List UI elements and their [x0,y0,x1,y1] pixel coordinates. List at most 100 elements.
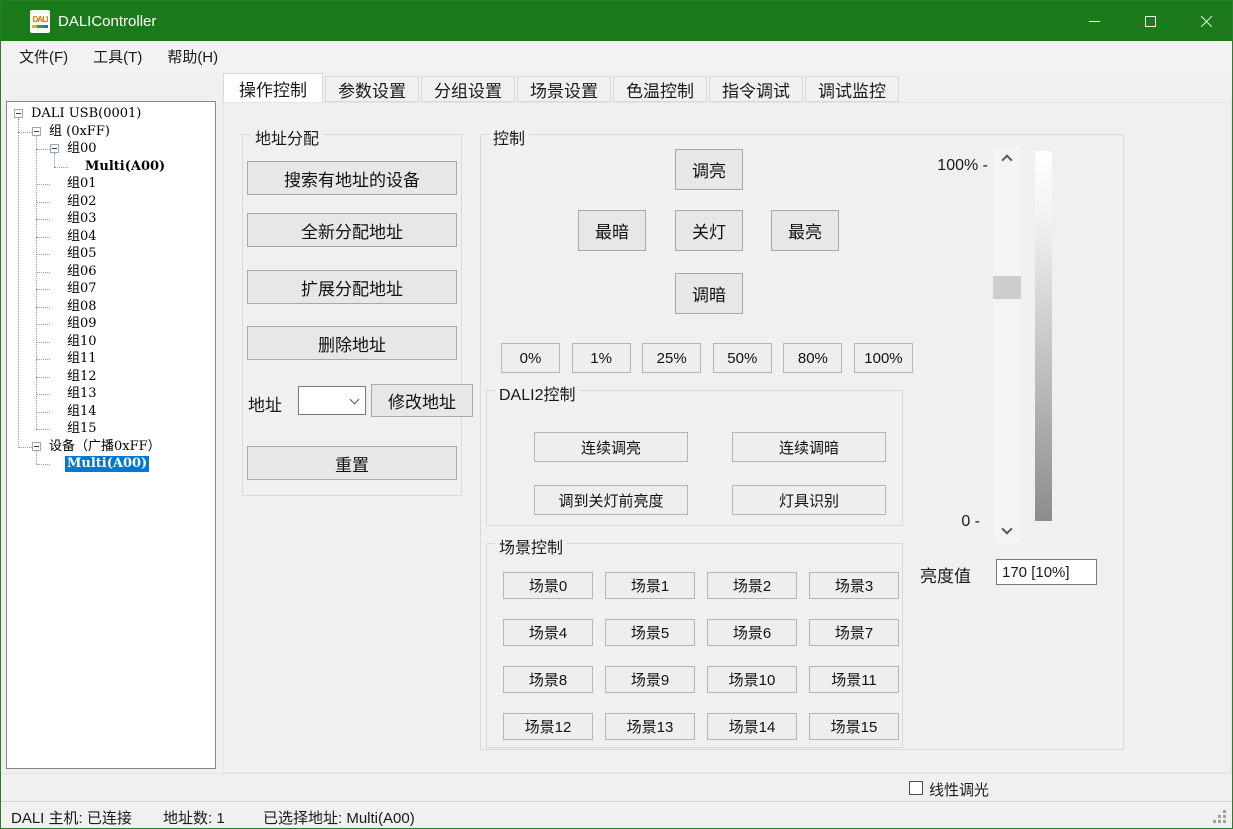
statusbar: DALI 主机: 已连接 地址数: 1 已选择地址: Multi(A00) [1,801,1232,829]
minimize-button[interactable] [1071,1,1117,41]
tree-connector-stub [36,342,50,343]
tab-1[interactable]: 参数设置 [325,76,419,102]
scene-button-10[interactable]: 场景10 [707,666,797,693]
scene-button-8[interactable]: 场景8 [503,666,593,693]
scene-button-5[interactable]: 场景5 [605,619,695,646]
tree-item[interactable]: 组14 [7,403,99,421]
tree-item[interactable]: Multi(A00) [7,455,149,473]
scene-button-2[interactable]: 场景2 [707,572,797,599]
brightness-value-input[interactable] [996,559,1097,585]
tab-2[interactable]: 分组设置 [421,76,515,102]
dim-button[interactable]: 调暗 [675,273,743,314]
scene-button-12[interactable]: 场景12 [503,713,593,740]
chevron-up-icon [1001,154,1012,165]
tree-item[interactable]: 设备（广播0xFF） [7,438,163,456]
dali2-button-1[interactable]: 连续调暗 [732,432,886,462]
scene-button-13[interactable]: 场景13 [605,713,695,740]
tree-connector-stub [36,272,50,273]
tree-item[interactable]: 组07 [7,280,99,298]
tree-item[interactable]: 组06 [7,263,99,281]
tree-item[interactable]: Multi(A00) [7,158,167,176]
tab-4[interactable]: 色温控制 [613,76,707,102]
tree-item[interactable]: 组09 [7,315,99,333]
scene-button-1[interactable]: 场景1 [605,572,695,599]
percent-button-25[interactable]: 25% [642,343,701,373]
brighten-button[interactable]: 调亮 [675,149,743,190]
tree-item[interactable]: 组02 [7,193,99,211]
brightness-value-label: 亮度值 [920,562,971,587]
tree-expander-minus-icon[interactable] [32,442,41,451]
tree-expander-minus-icon[interactable] [14,109,23,118]
dali2-button-3[interactable]: 灯具识别 [732,485,886,515]
scroll-up-button[interactable] [993,148,1021,168]
tree-item[interactable]: 组 (0xFF) [7,123,112,141]
tree-item[interactable]: 组05 [7,245,99,263]
scene-button-4[interactable]: 场景4 [503,619,593,646]
tree-expander-minus-icon[interactable] [32,127,41,136]
tree-connector-stub [36,412,50,413]
linear-dimming-checkbox[interactable] [909,781,923,795]
address-combobox[interactable] [298,386,366,415]
tree-item[interactable]: DALI USB(0001) [7,105,143,123]
tree-expander-minus-icon[interactable] [50,144,59,153]
scene-button-0[interactable]: 场景0 [503,572,593,599]
menubar: 文件(F) 工具(T) 帮助(H) [1,41,1232,72]
scene-button-11[interactable]: 场景11 [809,666,899,693]
reset-button[interactable]: 重置 [247,446,457,480]
tree-item-label: 组02 [65,194,99,210]
tab-6[interactable]: 调试监控 [805,76,899,102]
dali2-button-2[interactable]: 调到关灯前亮度 [534,485,688,515]
scroll-down-button[interactable] [993,521,1021,541]
tree-item[interactable]: 组12 [7,368,99,386]
tree-item[interactable]: 组00 [7,140,99,158]
address-button-0[interactable]: 搜索有地址的设备 [247,161,457,195]
tree-item[interactable]: 组01 [7,175,99,193]
tree-item[interactable]: 组13 [7,385,99,403]
scene-button-15[interactable]: 场景15 [809,713,899,740]
modify-address-button[interactable]: 修改地址 [371,384,473,417]
address-button-2[interactable]: 扩展分配地址 [247,270,457,304]
menu-item-0[interactable]: 文件(F) [18,43,69,70]
tree-item[interactable]: 组15 [7,420,99,438]
menu-item-2[interactable]: 帮助(H) [166,43,219,70]
address-button-3[interactable]: 删除地址 [247,326,457,360]
dali2-button-0[interactable]: 连续调亮 [534,432,688,462]
scene-button-9[interactable]: 场景9 [605,666,695,693]
brightness-scrollbar[interactable] [993,146,1021,543]
scene-button-14[interactable]: 场景14 [707,713,797,740]
percent-button-1[interactable]: 1% [572,343,631,373]
max-brightness-button[interactable]: 最亮 [771,210,839,251]
tree-item[interactable]: 组11 [7,350,99,368]
dali2-group-title: DALI2控制 [495,381,579,405]
resize-grip[interactable] [1223,820,1226,823]
tree-item-label: 组01 [65,176,99,192]
percent-button-80[interactable]: 80% [783,343,842,373]
address-button-1[interactable]: 全新分配地址 [247,213,457,247]
scene-button-7[interactable]: 场景7 [809,619,899,646]
percent-button-50[interactable]: 50% [713,343,772,373]
tree-item[interactable]: 组10 [7,333,99,351]
tree-item-label: 组07 [65,281,99,297]
tree-item[interactable]: 组08 [7,298,99,316]
tree-item[interactable]: 组04 [7,228,99,246]
tab-5[interactable]: 指令调试 [709,76,803,102]
tab-3[interactable]: 场景设置 [517,76,611,102]
maximize-button[interactable] [1127,1,1173,41]
tree-connector-stub [36,149,50,150]
min-brightness-button[interactable]: 最暗 [578,210,646,251]
lamp-off-button[interactable]: 关灯 [675,210,743,251]
percent-button-0[interactable]: 0% [501,343,560,373]
tree-connector-stub [36,359,50,360]
scrollbar-thumb[interactable] [993,276,1021,299]
tree-item-label: 设备（广播0xFF） [47,439,163,455]
menu-item-1[interactable]: 工具(T) [92,43,143,70]
percent-button-100[interactable]: 100% [854,343,913,373]
scene-button-6[interactable]: 场景6 [707,619,797,646]
tab-0[interactable]: 操作控制 [223,73,323,102]
close-icon [1200,15,1213,28]
close-button[interactable] [1183,1,1229,41]
scene-button-3[interactable]: 场景3 [809,572,899,599]
tree-item-label: 组05 [65,246,99,262]
tree-item[interactable]: 组03 [7,210,99,228]
device-tree: DALI USB(0001)组 (0xFF)组00Multi(A00)组01组0… [7,102,215,105]
